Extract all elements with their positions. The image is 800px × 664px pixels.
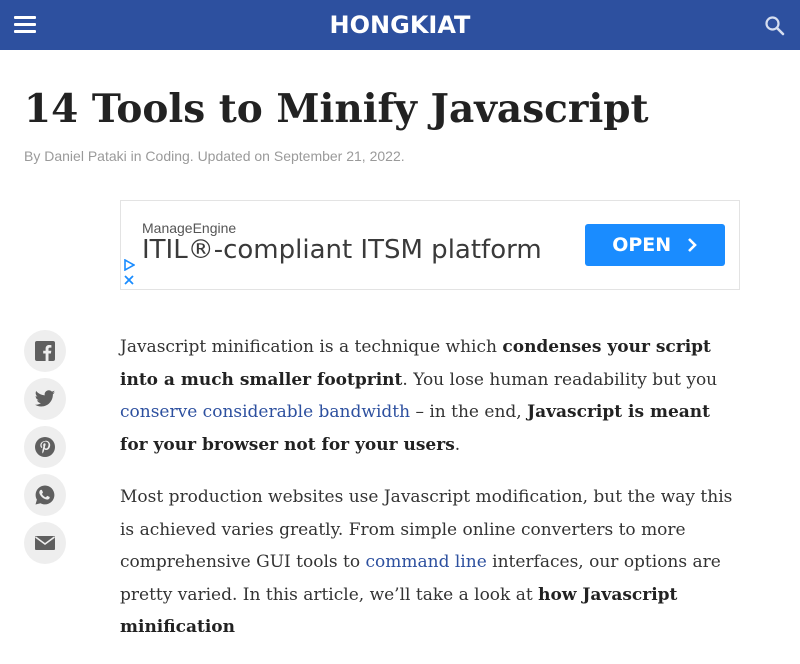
conserve-bandwidth-link[interactable]: conserve considerable bandwidth (120, 402, 410, 422)
article-title: 14 Tools to Minify Javascript (24, 86, 649, 132)
twitter-icon (34, 390, 56, 407)
adchoices-icon[interactable] (123, 259, 135, 271)
author-link[interactable]: Daniel Pataki (44, 148, 127, 164)
paragraph-2: Most production websites use Javascript … (120, 481, 740, 644)
close-ad-icon[interactable] (123, 274, 135, 286)
hamburger-menu-icon[interactable] (14, 15, 38, 35)
ad-choices[interactable] (123, 259, 135, 285)
byline-by: By (24, 148, 45, 164)
ad-sponsor: ManageEngine (142, 220, 237, 236)
chevron-right-icon (687, 238, 697, 252)
article-body: Javascript minification is a technique w… (120, 331, 740, 664)
site-logo[interactable]: HONGKIAT (0, 0, 800, 50)
text: . (454, 434, 461, 455)
article-byline: By Daniel Pataki in Coding. Updated on S… (24, 148, 405, 164)
ad-banner[interactable]: ManageEngine ITIL®-compliant ITSM platfo… (120, 200, 740, 290)
ad-open-label: OPEN (612, 234, 672, 256)
facebook-icon (35, 341, 55, 361)
email-icon (35, 536, 55, 550)
search-icon[interactable] (764, 15, 786, 37)
byline-updated: . Updated on September 21, 2022. (189, 148, 405, 164)
site-header: HONGKIAT (0, 0, 800, 50)
ad-open-button[interactable]: OPEN (585, 224, 725, 266)
paragraph-1: Javascript minification is a technique w… (120, 331, 740, 461)
share-facebook-button[interactable] (24, 330, 66, 372)
ad-headline[interactable]: ITIL®-compliant ITSM platform (142, 235, 542, 265)
text: Javascript minification is a technique w… (120, 337, 503, 357)
share-email-button[interactable] (24, 522, 66, 564)
share-whatsapp-button[interactable] (24, 474, 66, 516)
share-twitter-button[interactable] (24, 378, 66, 420)
text: . You lose human readability but you (402, 369, 718, 390)
byline-in: in (126, 148, 146, 164)
pinterest-icon (35, 437, 55, 457)
command-line-link[interactable]: command line (366, 552, 487, 572)
share-pinterest-button[interactable] (24, 426, 66, 468)
text: – in the end, (410, 402, 528, 422)
category-link[interactable]: Coding (145, 148, 189, 164)
whatsapp-icon (35, 485, 55, 505)
